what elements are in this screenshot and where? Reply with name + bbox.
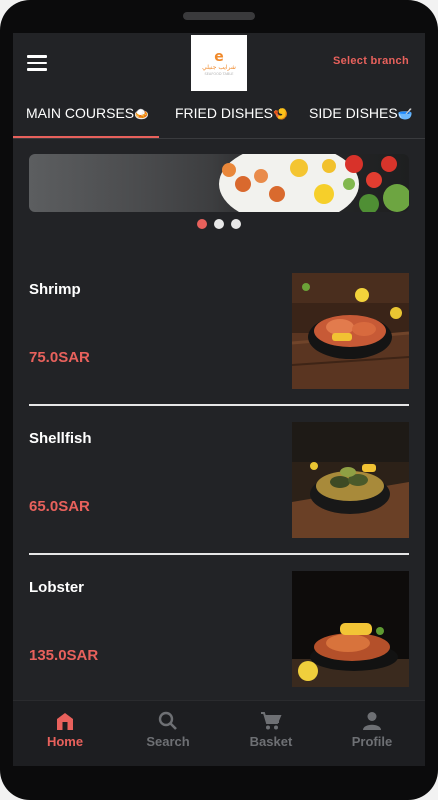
speaker-notch xyxy=(183,12,255,20)
nav-home[interactable]: Home xyxy=(20,711,110,749)
brand-logo: e شرايب جنبلي SEAFOOD TABLE xyxy=(191,35,247,91)
shrimp-emoji-icon: 🍤 xyxy=(273,107,288,121)
logo-english-text: SEAFOOD TABLE xyxy=(204,71,234,76)
nav-search[interactable]: Search xyxy=(123,711,213,749)
home-icon xyxy=(57,713,73,730)
carousel-dot-1[interactable] xyxy=(197,219,207,229)
shrimp-photo xyxy=(292,273,409,389)
tab-label: SIDE DISHES xyxy=(309,105,398,121)
tab-label: FRIED DISHES xyxy=(175,105,274,121)
category-tabs: MAIN COURSES🍛 FRIED DISHES🍤 SIDE DISHES🥣 xyxy=(13,95,425,139)
carousel-dot-3[interactable] xyxy=(231,219,241,229)
promo-banner[interactable] xyxy=(29,154,409,212)
person-icon xyxy=(363,712,381,730)
item-name: Lobster xyxy=(29,579,85,596)
cart-icon xyxy=(261,712,282,730)
tab-fried-dishes[interactable]: FRIED DISHES🍤 xyxy=(175,105,288,121)
select-branch-button[interactable]: Select branch xyxy=(333,55,409,67)
item-price: 65.0SAR xyxy=(29,498,90,515)
bottom-navigation: Home Search Basket Profile xyxy=(13,700,425,766)
lobster-photo xyxy=(292,571,409,687)
app-bar: e شرايب جنبلي SEAFOOD TABLE Select branc… xyxy=(13,33,425,95)
carousel-dot-2[interactable] xyxy=(214,219,224,229)
logo-mark: e xyxy=(214,48,224,65)
tab-main-courses[interactable]: MAIN COURSES🍛 xyxy=(13,105,160,138)
nav-label: Basket xyxy=(249,734,293,749)
curry-emoji-icon: 🍛 xyxy=(134,107,150,121)
tab-label: MAIN COURSES xyxy=(26,105,135,121)
tab-side-dishes[interactable]: SIDE DISHES🥣 xyxy=(309,105,413,121)
hamburger-menu-icon[interactable] xyxy=(27,55,47,71)
logo-arabic-text: شرايب جنبلي xyxy=(202,63,236,71)
item-divider xyxy=(29,553,409,555)
item-divider xyxy=(29,404,409,406)
item-price: 135.0SAR xyxy=(29,647,99,664)
menu-item-lobster[interactable]: Lobster 135.0SAR xyxy=(29,571,409,721)
phone-frame: e شرايب جنبلي SEAFOOD TABLE Select branc… xyxy=(0,0,438,800)
item-name: Shellfish xyxy=(29,430,92,447)
shellfish-photo xyxy=(292,422,409,538)
menu-item-shrimp[interactable]: Shrimp 75.0SAR xyxy=(29,273,409,423)
menu-item-shellfish[interactable]: Shellfish 65.0SAR xyxy=(29,422,409,572)
search-icon xyxy=(158,711,177,730)
nav-label: Search xyxy=(146,734,190,749)
item-name: Shrimp xyxy=(29,281,81,298)
banner-food-image xyxy=(219,154,409,212)
carousel-indicator xyxy=(197,219,241,229)
item-price: 75.0SAR xyxy=(29,349,90,366)
app-screen: e شرايب جنبلي SEAFOOD TABLE Select branc… xyxy=(13,33,425,766)
bowl-emoji-icon: 🥣 xyxy=(397,107,413,121)
nav-profile[interactable]: Profile xyxy=(327,711,417,749)
nav-label: Home xyxy=(46,734,84,749)
nav-label: Profile xyxy=(351,734,393,749)
nav-basket[interactable]: Basket xyxy=(226,711,316,749)
